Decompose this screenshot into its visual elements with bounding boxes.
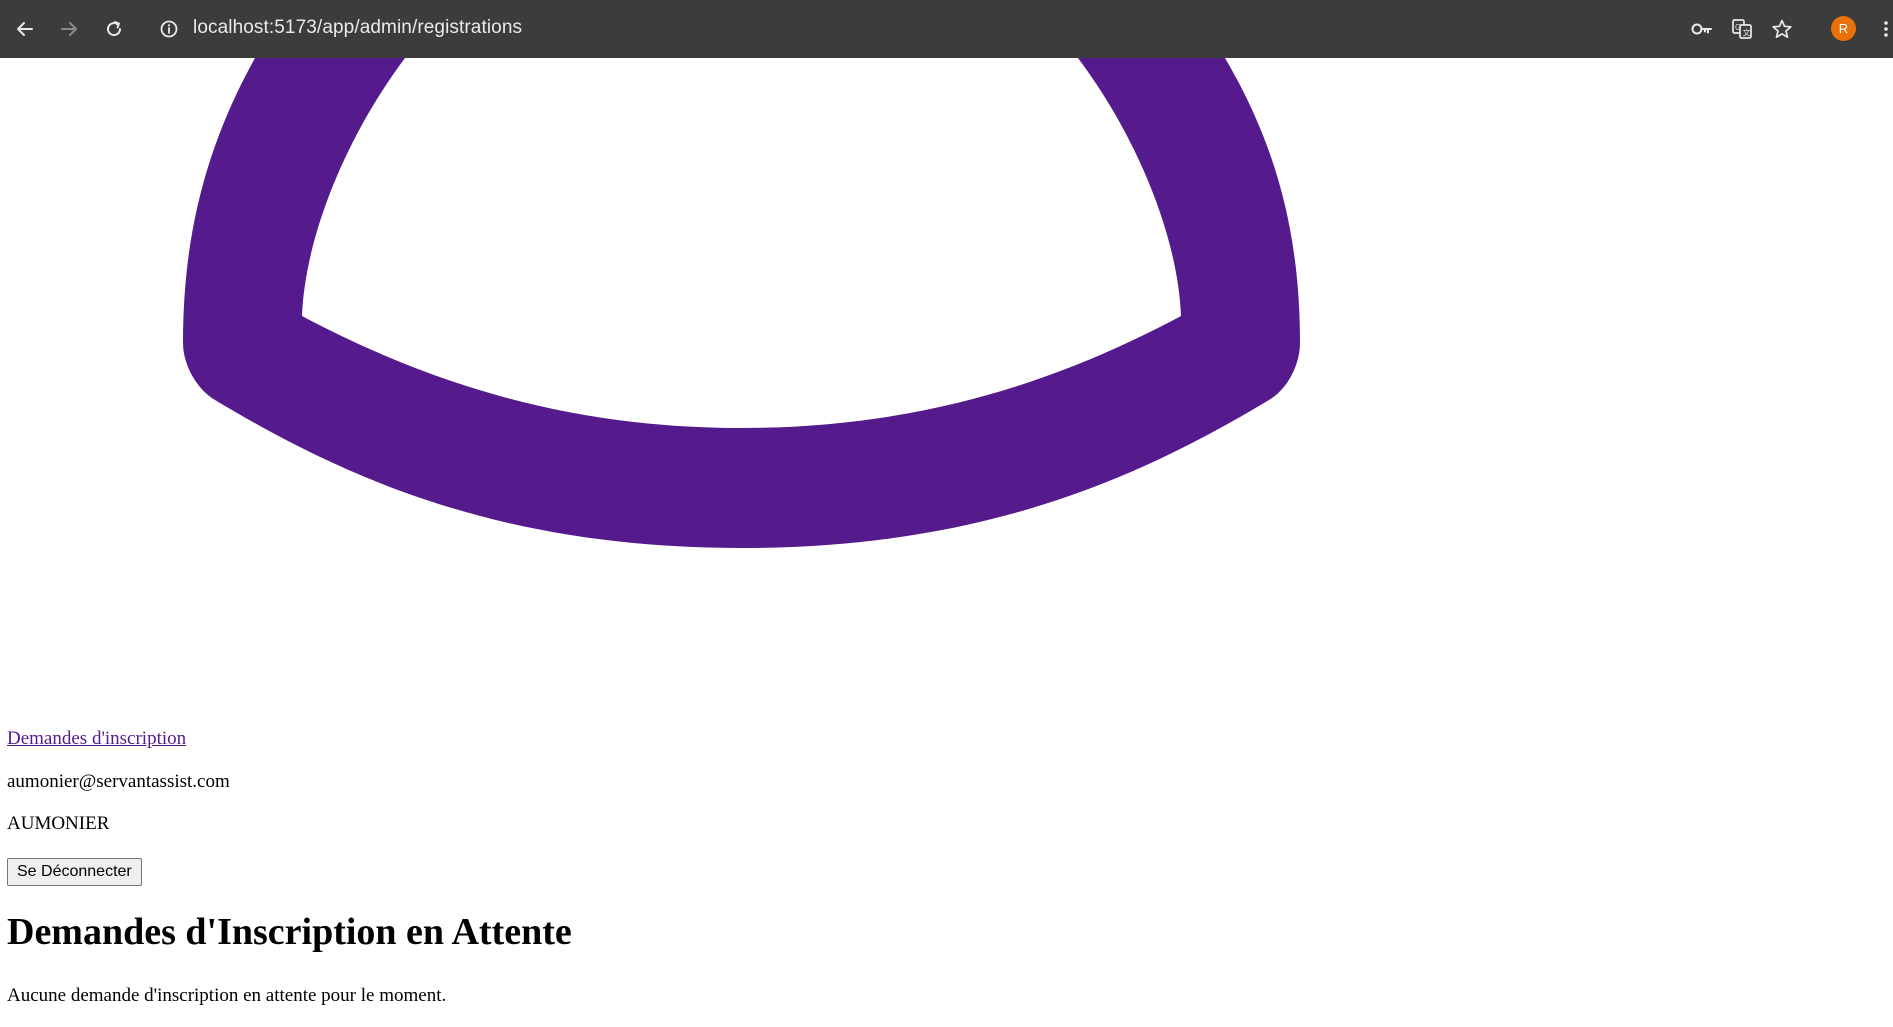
profile-avatar[interactable]: R bbox=[1831, 16, 1856, 41]
browser-menu-button[interactable] bbox=[1878, 14, 1893, 44]
site-info-button[interactable] bbox=[154, 14, 184, 44]
key-icon bbox=[1691, 23, 1712, 35]
star-icon bbox=[1772, 19, 1792, 39]
user-role: AUMONIER bbox=[7, 813, 110, 834]
browser-toolbar: localhost:5173/app/admin/registrations G… bbox=[0, 0, 1893, 58]
translate-icon: G 文 bbox=[1732, 19, 1752, 39]
address-bar-url[interactable]: localhost:5173/app/admin/registrations bbox=[193, 17, 522, 39]
forward-button[interactable] bbox=[54, 14, 84, 44]
user-email: aumonier@servantassist.com bbox=[7, 771, 230, 792]
info-icon bbox=[160, 20, 178, 38]
translate-button[interactable]: G 文 bbox=[1727, 14, 1757, 44]
app-logo-icon bbox=[183, 58, 1300, 548]
passwords-button[interactable] bbox=[1687, 14, 1717, 44]
bookmark-button[interactable] bbox=[1767, 14, 1797, 44]
back-button[interactable] bbox=[10, 14, 40, 44]
page-content: Demandes d'inscription aumonier@servanta… bbox=[0, 58, 1893, 1027]
kebab-menu-icon bbox=[1883, 21, 1888, 37]
page-title: Demandes d'Inscription en Attente bbox=[7, 911, 572, 953]
empty-state-message: Aucune demande d'inscription en attente … bbox=[7, 985, 447, 1006]
logout-button[interactable]: Se Déconnecter bbox=[7, 858, 142, 886]
reload-button[interactable] bbox=[99, 14, 129, 44]
svg-text:G: G bbox=[1735, 23, 1741, 32]
arrow-left-icon bbox=[17, 22, 33, 36]
arrow-right-icon bbox=[61, 22, 77, 36]
nav-link-registrations[interactable]: Demandes d'inscription bbox=[7, 728, 186, 750]
reload-icon bbox=[107, 21, 122, 37]
svg-text:文: 文 bbox=[1743, 28, 1751, 38]
